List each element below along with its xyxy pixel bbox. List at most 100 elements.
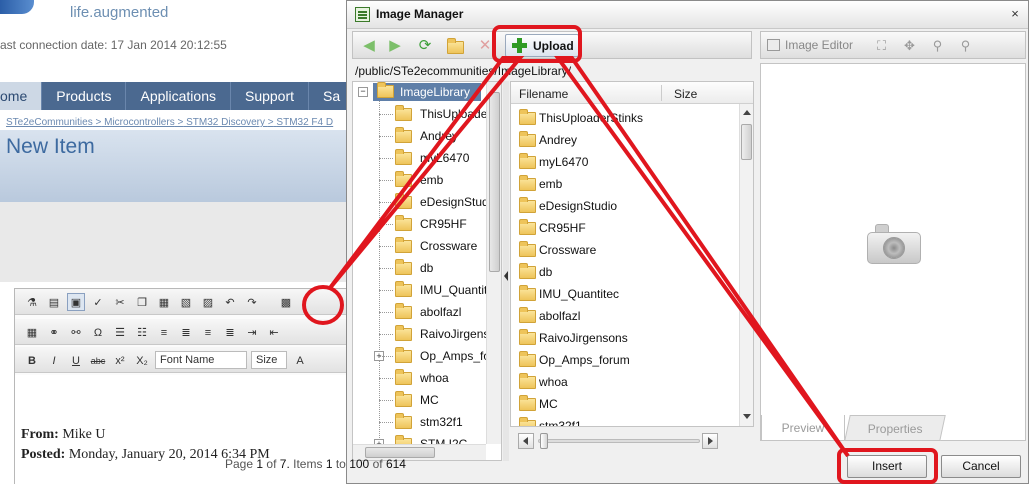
file-list-item[interactable]: CR95HF	[511, 216, 737, 238]
file-list-item[interactable]: Andrey	[511, 128, 737, 150]
tree-folder[interactable]: whoa	[353, 368, 501, 388]
upload-button[interactable]: Upload	[505, 34, 579, 57]
unordered-list-icon[interactable]: ☷	[133, 323, 151, 341]
delete-icon[interactable]: ✕	[475, 36, 495, 56]
link-icon[interactable]: ⚭	[45, 323, 63, 341]
tree-folder[interactable]: ThisUploade	[353, 104, 501, 124]
file-list-item[interactable]: RaivoJirgensons	[511, 326, 737, 348]
spellcheck-icon[interactable]: ✓	[89, 293, 107, 311]
paste-word-icon[interactable]: ▧	[177, 293, 195, 311]
paste-plain-icon[interactable]: ▦	[155, 293, 173, 311]
breadcrumb-item[interactable]: STM32 Discovery	[186, 117, 265, 128]
tree-folder[interactable]: db	[353, 258, 501, 278]
justify-icon[interactable]: ≣	[221, 323, 239, 341]
image-editor-button[interactable]: Image Editor	[785, 38, 853, 52]
align-right-icon[interactable]: ≡	[199, 323, 217, 341]
file-list-item[interactable]: abolfazl	[511, 304, 737, 326]
paste-html-icon[interactable]: ▨	[199, 293, 217, 311]
nav-applications[interactable]: Applications	[126, 82, 231, 110]
align-left-icon[interactable]: ≡	[155, 323, 173, 341]
tree-folder[interactable]: myL6470	[353, 148, 501, 168]
tree-folder[interactable]: IMU_Quantit	[353, 280, 501, 300]
scroll-up-icon[interactable]	[743, 110, 751, 115]
font-name-select[interactable]: Font Name	[155, 350, 247, 369]
tree-folder[interactable]: + Op_Amps_fo	[353, 346, 501, 366]
insert-button[interactable]: Insert	[847, 455, 927, 478]
scroll-down-icon[interactable]	[743, 414, 751, 419]
underline-icon[interactable]: U	[67, 351, 85, 369]
cut-icon[interactable]: ✂	[111, 293, 129, 311]
forward-arrow-icon[interactable]: ▶	[385, 36, 405, 56]
tab-preview[interactable]: Preview	[761, 415, 845, 441]
tree-folder[interactable]: Andrey	[353, 126, 501, 146]
file-list-item[interactable]: MC	[511, 392, 737, 414]
zoom-in-icon[interactable]: ⚲	[929, 37, 946, 54]
breadcrumb-item[interactable]: Microcontrollers	[104, 117, 175, 128]
redo-icon[interactable]: ↷	[243, 293, 261, 311]
nav-products[interactable]: Products	[42, 82, 127, 110]
font-color-icon[interactable]: A	[291, 351, 309, 369]
file-list-item[interactable]: myL6470	[511, 150, 737, 172]
zoom-out-icon[interactable]: ⚲	[957, 37, 974, 54]
align-center-icon[interactable]: ≣	[177, 323, 195, 341]
close-icon[interactable]: ×	[1007, 6, 1023, 22]
indent-icon[interactable]: ⇥	[243, 323, 261, 341]
symbol-icon[interactable]: Ω	[89, 323, 107, 341]
collapse-icon[interactable]: −	[358, 87, 368, 97]
file-list-item[interactable]: Crossware	[511, 238, 737, 260]
tree-root[interactable]: − ImageLibrary	[353, 82, 501, 102]
nav-home[interactable]: ome	[0, 82, 43, 110]
file-list-item[interactable]: eDesignStudio	[511, 194, 737, 216]
format-stripper-icon[interactable]: ⚗	[23, 293, 41, 311]
tree-vertical-scrollbar[interactable]	[486, 82, 501, 444]
best-fit-icon[interactable]: ⛶	[873, 37, 890, 54]
tree-folder[interactable]: emb	[353, 170, 501, 190]
breadcrumb-item[interactable]: STe2eCommunities	[6, 117, 93, 128]
file-list-item[interactable]: stm32f1	[511, 414, 737, 426]
italic-icon[interactable]: I	[45, 351, 63, 369]
cancel-button[interactable]: Cancel	[941, 455, 1021, 478]
prev-page-icon[interactable]	[518, 433, 534, 449]
new-folder-icon[interactable]	[445, 36, 465, 56]
undo-icon[interactable]: ↶	[221, 293, 239, 311]
page-slider-handle[interactable]	[540, 433, 548, 449]
column-size[interactable]: Size	[674, 87, 697, 101]
image-manager-icon[interactable]: ▩	[277, 293, 295, 311]
tree-folder[interactable]: MC	[353, 390, 501, 410]
tree-folder[interactable]: CR95HF	[353, 214, 501, 234]
paste-icon[interactable]: ▤	[45, 293, 63, 311]
refresh-icon[interactable]: ⟳	[415, 36, 435, 56]
dialog-titlebar[interactable]: Image Manager ×	[347, 1, 1028, 29]
strikethrough-icon[interactable]: abc	[89, 351, 107, 369]
file-list-item[interactable]: whoa	[511, 370, 737, 392]
tree-folder[interactable]: abolfazl	[353, 302, 501, 322]
next-page-icon[interactable]	[702, 433, 718, 449]
actual-size-icon[interactable]: ✥	[901, 37, 918, 54]
select-all-icon[interactable]: ▣	[67, 292, 85, 311]
file-list-item[interactable]: emb	[511, 172, 737, 194]
file-list-item[interactable]: Op_Amps_forum	[511, 348, 737, 370]
page-slider-track[interactable]	[538, 439, 700, 443]
outdent-icon[interactable]: ⇤	[265, 323, 283, 341]
file-list-item[interactable]: db	[511, 260, 737, 282]
superscript-icon[interactable]: x²	[111, 351, 129, 369]
tab-properties[interactable]: Properties	[844, 415, 946, 441]
tree-folder[interactable]: eDesignStud	[353, 192, 501, 212]
table-icon[interactable]: ▦	[23, 323, 41, 341]
file-list-scrollbar[interactable]	[739, 104, 753, 426]
tree-folder[interactable]: RaivoJirgenso	[353, 324, 501, 344]
collapse-arrow-icon[interactable]	[504, 271, 508, 281]
ordered-list-icon[interactable]: ☰	[111, 323, 129, 341]
breadcrumb-item[interactable]: STM32 F4 D	[276, 117, 333, 128]
tree-folder[interactable]: Crossware	[353, 236, 501, 256]
file-list-item[interactable]: IMU_Quantitec	[511, 282, 737, 304]
unlink-icon[interactable]: ⚯	[67, 323, 85, 341]
back-arrow-icon[interactable]: ◀	[359, 36, 379, 56]
nav-support[interactable]: Support	[231, 82, 310, 110]
subscript-icon[interactable]: X₂	[133, 351, 151, 369]
file-list-item[interactable]: ThisUploaderStinks	[511, 106, 737, 128]
tree-folder[interactable]: stm32f1	[353, 412, 501, 432]
font-size-select[interactable]: Size	[251, 350, 287, 369]
column-filename[interactable]: Filename	[519, 87, 568, 101]
copy-icon[interactable]: ❐	[133, 293, 151, 311]
